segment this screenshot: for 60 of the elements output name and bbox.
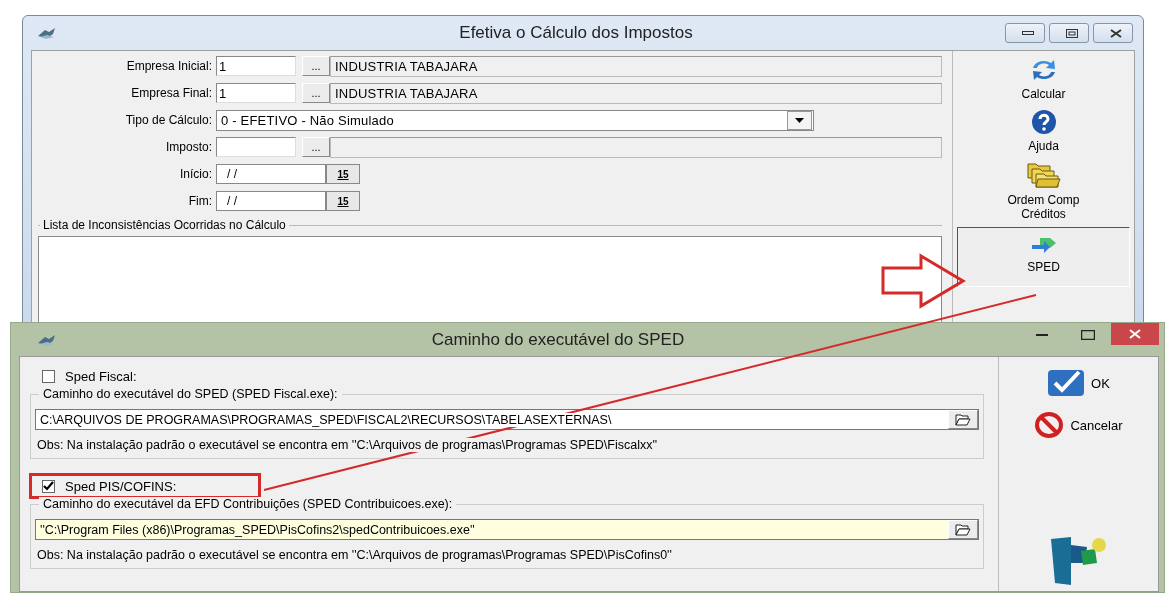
maximize-icon xyxy=(1066,28,1078,38)
field-label: Tipo de Cálculo: xyxy=(124,113,213,127)
field-label: Imposto: xyxy=(164,140,213,154)
browse-button[interactable] xyxy=(948,520,978,539)
window-title: Efetiva o Cálculo dos Impostos xyxy=(458,23,694,43)
date-field[interactable]: / / xyxy=(216,191,326,211)
ok-button[interactable]: OK xyxy=(1047,369,1110,397)
lookup-button[interactable]: ... xyxy=(302,137,330,157)
minimize-button[interactable] xyxy=(1005,23,1045,43)
toolbar-button[interactable]: Ajuda xyxy=(953,107,1134,159)
maximize-icon xyxy=(1081,330,1095,340)
folders-icon xyxy=(1025,161,1062,189)
path-field[interactable]: ''C:\Program Files (x86)\Programas_SPED\PisCofins2\spedContribuicoes.exe'' xyxy=(35,519,979,540)
description-text: INDUSTRIA TABAJARA xyxy=(330,55,942,77)
note-text: Obs: Na instalação padrão o executável se encontra em ''C:\Arquivos de programas\Programas SPED\PisCofins0'' xyxy=(35,548,674,562)
field-label: Empresa Final: xyxy=(130,86,213,100)
folder-open-icon xyxy=(955,413,971,426)
field-label: Empresa Inicial: xyxy=(125,59,213,73)
arrows-icon xyxy=(1029,236,1058,256)
group-title: Caminho do executável do SPED (SPED Fiscal.exe): xyxy=(39,387,342,401)
text-field[interactable]: 1 xyxy=(216,56,296,76)
caret-icon xyxy=(795,117,804,123)
lookup-button[interactable]: ... xyxy=(302,56,330,76)
window-title: Caminho do executável do SPED xyxy=(430,329,686,350)
minimize-icon xyxy=(1022,31,1034,35)
app-icon xyxy=(37,26,57,40)
folder-open-icon xyxy=(955,523,971,536)
checkbox[interactable] xyxy=(42,369,55,383)
close-icon xyxy=(1129,329,1141,339)
app-icon xyxy=(37,332,57,347)
checkbox[interactable] xyxy=(42,479,55,493)
toolbar-button[interactable]: Ordem Comp Créditos xyxy=(953,159,1134,227)
calendar-button[interactable]: 15 xyxy=(326,191,360,211)
close-button[interactable] xyxy=(1111,323,1159,345)
checkbox-label: Sped Fiscal: xyxy=(65,368,137,384)
calendar-button[interactable]: 15 xyxy=(326,164,360,184)
help-icon xyxy=(1030,109,1057,135)
cancel-button[interactable]: Cancelar xyxy=(1034,411,1123,439)
lookup-button[interactable]: ... xyxy=(302,83,330,103)
text-field[interactable] xyxy=(216,137,296,157)
field-label: Início: xyxy=(179,167,213,181)
group-title: Caminho do executável da EFD Contribuições (SPED Contribuicoes.exe): xyxy=(39,497,457,511)
prohibited-icon xyxy=(1034,411,1065,439)
description-text: INDUSTRIA TABAJARA xyxy=(330,82,942,104)
close-button[interactable] xyxy=(1093,23,1133,43)
checkbox-label: Sped PIS/COFINS: xyxy=(65,478,177,494)
close-icon xyxy=(1110,28,1122,38)
path-field[interactable]: C:\ARQUIVOS DE PROGRAMAS\PROGRAMAS_SPED\FISCAL2\RECURSOS\TABELASEXTERNAS\ xyxy=(35,409,979,430)
dropdown-field[interactable]: 0 - EFETIVO - Não Simulado xyxy=(216,109,814,131)
text-field[interactable]: 1 xyxy=(216,83,296,103)
date-field[interactable]: / / xyxy=(216,164,326,184)
field-label: Fim: xyxy=(187,194,213,208)
check-icon xyxy=(1047,369,1086,397)
toolbar-button[interactable]: SPED xyxy=(957,227,1130,287)
toolbar-button[interactable]: Calcular xyxy=(953,55,1134,107)
maximize-button[interactable] xyxy=(1049,23,1089,43)
minimize-icon xyxy=(1036,333,1048,337)
group-title: Lista de Inconsistências Ocorridas no Cálculo xyxy=(40,218,289,232)
note-text: Obs: Na instalação padrão o executável se encontra em ''C:\Arquivos de programas\Programas SPED\Fiscalxx'' xyxy=(35,438,660,452)
browse-button[interactable] xyxy=(948,410,978,429)
